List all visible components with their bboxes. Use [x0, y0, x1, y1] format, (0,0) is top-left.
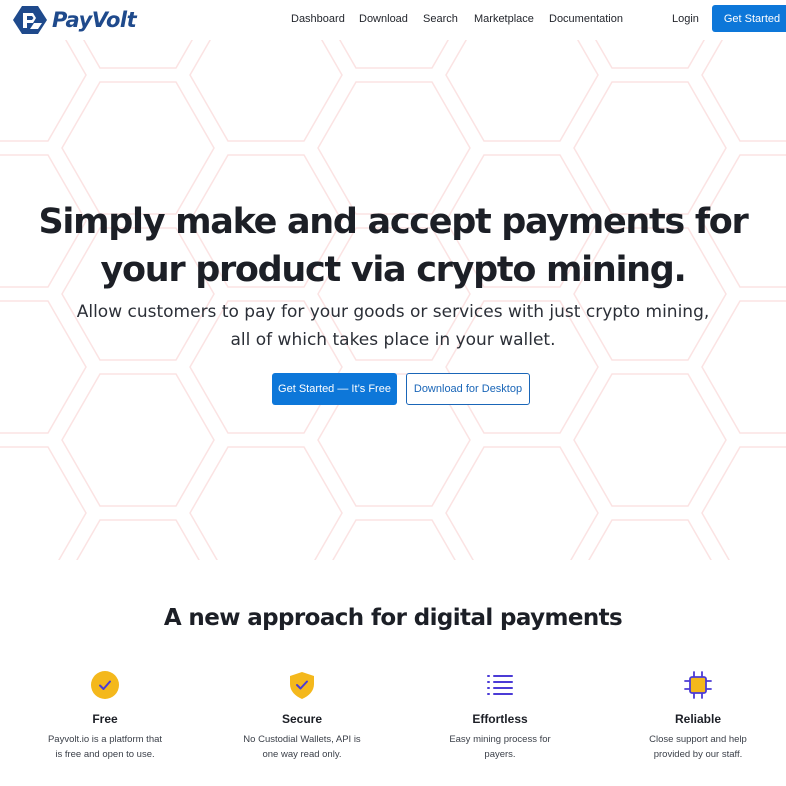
hexagon-shape	[61, 81, 215, 215]
feature-desc-line: No Custodial Wallets, API is	[243, 734, 361, 745]
hexagon-shape	[76, 519, 200, 560]
hero-title-line-2: your product via crypto mining.	[100, 250, 686, 290]
feature-name: Reliable	[674, 712, 722, 726]
hero-subtitle-line-2: all of which takes place in your wallet.	[230, 330, 556, 350]
hexagon-shape	[595, 40, 705, 69]
hexagon-shape	[189, 446, 343, 560]
hexagon-shape	[339, 40, 449, 69]
hero-subtitle: Allow customers to pay for your goods or…	[0, 298, 786, 354]
top-navbar: PayVolt Dashboard Download Search Market…	[0, 0, 786, 40]
download-desktop-button[interactable]: Download for Desktop	[406, 373, 530, 405]
feature-desc-line: one way read only.	[262, 749, 342, 760]
nav-links: Dashboard Download Search Marketplace Do…	[0, 13, 786, 29]
feature-desc-line: Close support and help	[649, 734, 747, 745]
feature-description: Payvolt.io is a platform that is free an…	[25, 732, 185, 762]
feature-name: Free	[92, 712, 118, 726]
feature-secure: Secure No Custodial Wallets, API is one …	[222, 670, 382, 762]
hero-title: Simply make and accept payments for your…	[0, 198, 786, 294]
hexagon-shape	[332, 519, 456, 560]
feature-desc-line: provided by our staff.	[653, 749, 743, 760]
nav-link-dashboard[interactable]: Dashboard	[291, 13, 345, 25]
list-icon	[487, 675, 513, 695]
feature-desc-line: is free and open to use.	[55, 749, 155, 760]
hero-subtitle-line-1: Allow customers to pay for your goods or…	[76, 302, 710, 322]
feature-description: No Custodial Wallets, API is one way rea…	[222, 732, 382, 762]
feature-description: Easy mining process for payers.	[420, 732, 580, 762]
hexagon-shape	[588, 519, 712, 560]
nav-link-download[interactable]: Download	[359, 13, 408, 25]
hexagon-shape	[701, 40, 786, 142]
nav-link-documentation[interactable]: Documentation	[549, 13, 623, 25]
feature-name: Effortless	[472, 712, 528, 726]
hexagon-shape	[83, 40, 193, 69]
hexagon-shape	[317, 81, 471, 215]
nav-link-marketplace[interactable]: Marketplace	[474, 13, 534, 25]
chip-icon	[684, 671, 712, 699]
feature-free: Free Payvolt.io is a platform that is fr…	[25, 670, 185, 762]
login-link[interactable]: Login	[672, 13, 699, 25]
hero-section: Simply make and accept payments for your…	[0, 40, 786, 560]
shield-check-icon	[290, 672, 314, 699]
hexagon-shape	[701, 446, 786, 560]
hexagon-shape	[573, 81, 727, 215]
hexagon-shape	[0, 446, 87, 560]
feature-description: Close support and help provided by our s…	[618, 732, 778, 762]
feature-desc-line: Easy mining process for	[449, 734, 551, 745]
hexagon-shape	[189, 40, 343, 142]
feature-reliable: Reliable Close support and help provided…	[618, 670, 778, 762]
hero-buttons: Get Started — It’s Free Download for Des…	[0, 373, 786, 405]
get-started-free-button[interactable]: Get Started — It’s Free	[272, 373, 397, 405]
feature-desc-line: Payvolt.io is a platform that	[47, 734, 163, 745]
check-circle-icon	[91, 671, 119, 699]
hexagon-shape	[0, 40, 87, 142]
hero-title-line-1: Simply make and accept payments for	[38, 202, 749, 242]
hexagon-shape	[445, 446, 599, 560]
hexagon-shape	[445, 40, 599, 142]
nav-link-search[interactable]: Search	[423, 13, 458, 25]
feature-effortless: Effortless Easy mining process for payer…	[420, 670, 580, 762]
feature-desc-line: payers.	[484, 749, 516, 760]
features-title: A new approach for digital payments	[163, 605, 623, 631]
feature-name: Secure	[281, 712, 323, 726]
get-started-nav-button[interactable]: Get Started	[712, 5, 786, 32]
